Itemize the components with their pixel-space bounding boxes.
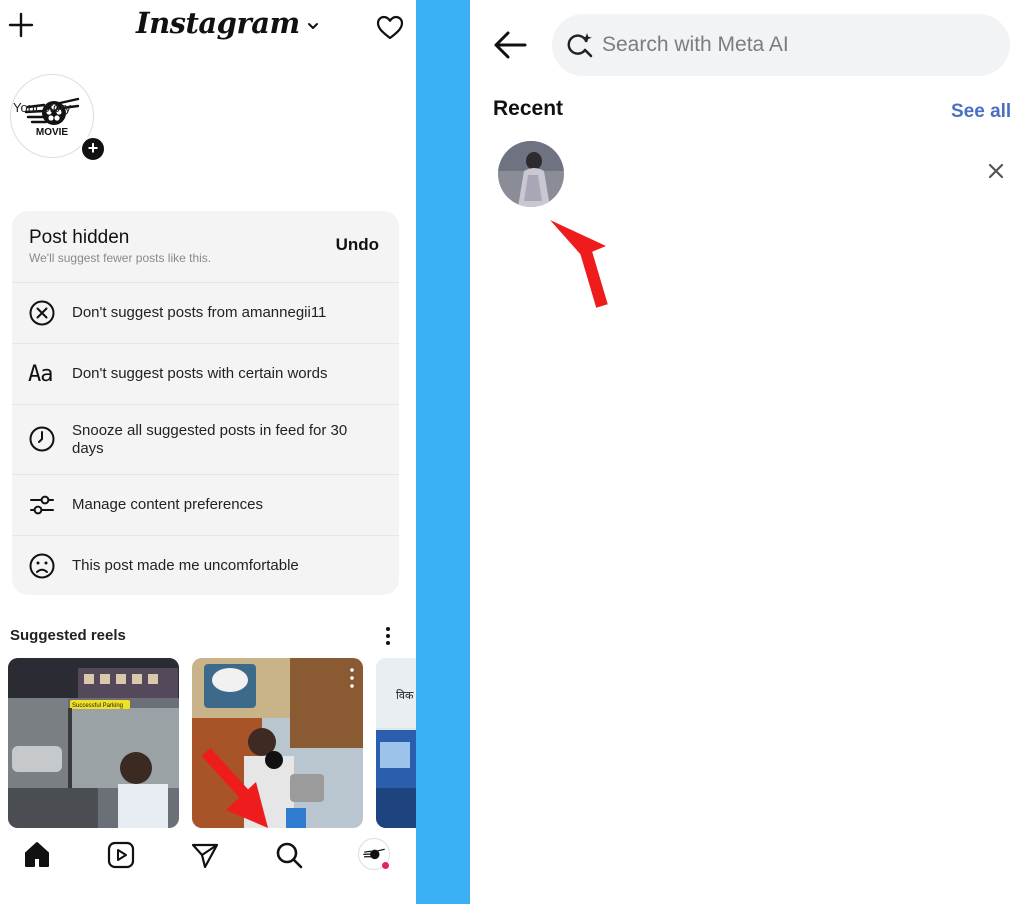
reel-thumbnail[interactable]: विक (376, 658, 416, 828)
recent-search-avatar[interactable] (498, 141, 564, 207)
reel-overlay-text: Successful Parking (72, 703, 123, 709)
sad-face-icon (29, 553, 55, 579)
story-logo-text: MOVIE (35, 126, 69, 138)
instagram-home-screen: Instagram MOVIE + Your story Post hidden… (0, 0, 416, 904)
instagram-logo-switcher[interactable]: Instagram (136, 6, 320, 40)
x-circle-icon (29, 300, 55, 326)
reel-overlay-text: विक (396, 689, 414, 702)
post-hidden-title: Post hidden (29, 227, 130, 248)
undo-button[interactable]: Undo (336, 235, 379, 255)
option-dont-suggest-words[interactable]: Aa Don't suggest posts with certain word… (12, 344, 399, 405)
recent-account-photo (498, 141, 564, 207)
suggested-reels-title: Suggested reels (10, 627, 126, 644)
option-label: Don't suggest posts with certain words (72, 365, 328, 382)
your-story-label: Your story (13, 100, 72, 115)
screenshot-divider (416, 0, 470, 904)
option-label: Snooze all suggested posts in feed for 3… (72, 422, 348, 457)
reel-thumbnail[interactable]: Successful Parking (8, 658, 179, 828)
option-manage-preferences[interactable]: Manage content preferences (12, 475, 399, 536)
reel-image-bus-parking: Successful Parking (8, 658, 179, 828)
search-icon[interactable] (274, 840, 304, 870)
post-hidden-subtitle: We'll suggest fewer posts like this. (29, 251, 212, 265)
text-aa-icon: Aa (28, 362, 54, 387)
app-logo: Instagram (136, 6, 300, 40)
option-snooze-suggested[interactable]: Snooze all suggested posts in feed for 3… (12, 405, 399, 475)
bottom-navigation (0, 828, 416, 904)
option-uncomfortable[interactable]: This post made me uncomfortable (12, 536, 399, 595)
reels-icon[interactable] (106, 840, 136, 870)
option-dont-suggest-from-account[interactable]: Don't suggest posts from amannegii11 (12, 283, 399, 344)
meta-ai-search-bar[interactable] (552, 14, 1010, 76)
notification-dot (382, 862, 389, 869)
option-label: This post made me uncomfortable (72, 557, 299, 574)
top-bar: Instagram (0, 0, 416, 56)
sliders-icon (30, 495, 54, 515)
back-arrow-icon[interactable] (492, 30, 528, 60)
add-story-button[interactable]: + (80, 136, 106, 162)
reel-thumbnail[interactable] (192, 658, 363, 828)
search-screen: Recent See all (470, 0, 1024, 904)
home-icon[interactable] (22, 840, 52, 870)
see-all-link[interactable]: See all (951, 101, 1011, 123)
more-options-icon[interactable] (378, 624, 398, 648)
direct-message-icon[interactable] (190, 840, 220, 870)
chevron-down-icon (307, 23, 318, 29)
clock-icon (29, 426, 55, 452)
search-input[interactable] (602, 29, 992, 61)
close-icon[interactable] (985, 160, 1007, 182)
create-plus-icon[interactable] (8, 12, 34, 38)
meta-ai-search-icon (567, 33, 593, 58)
reel-image-train: विक (376, 658, 416, 828)
reel-image-kitchen (192, 658, 363, 828)
movie-reel-logo-icon (363, 848, 385, 860)
post-hidden-header: Post hidden We'll suggest fewer posts li… (12, 211, 399, 283)
option-label: Manage content preferences (72, 496, 263, 513)
red-annotation-arrow (550, 220, 608, 308)
heart-icon[interactable] (376, 14, 404, 42)
recent-heading: Recent (493, 97, 564, 120)
post-hidden-card: Post hidden We'll suggest fewer posts li… (12, 211, 399, 595)
option-label: Don't suggest posts from amannegii11 (72, 304, 327, 321)
